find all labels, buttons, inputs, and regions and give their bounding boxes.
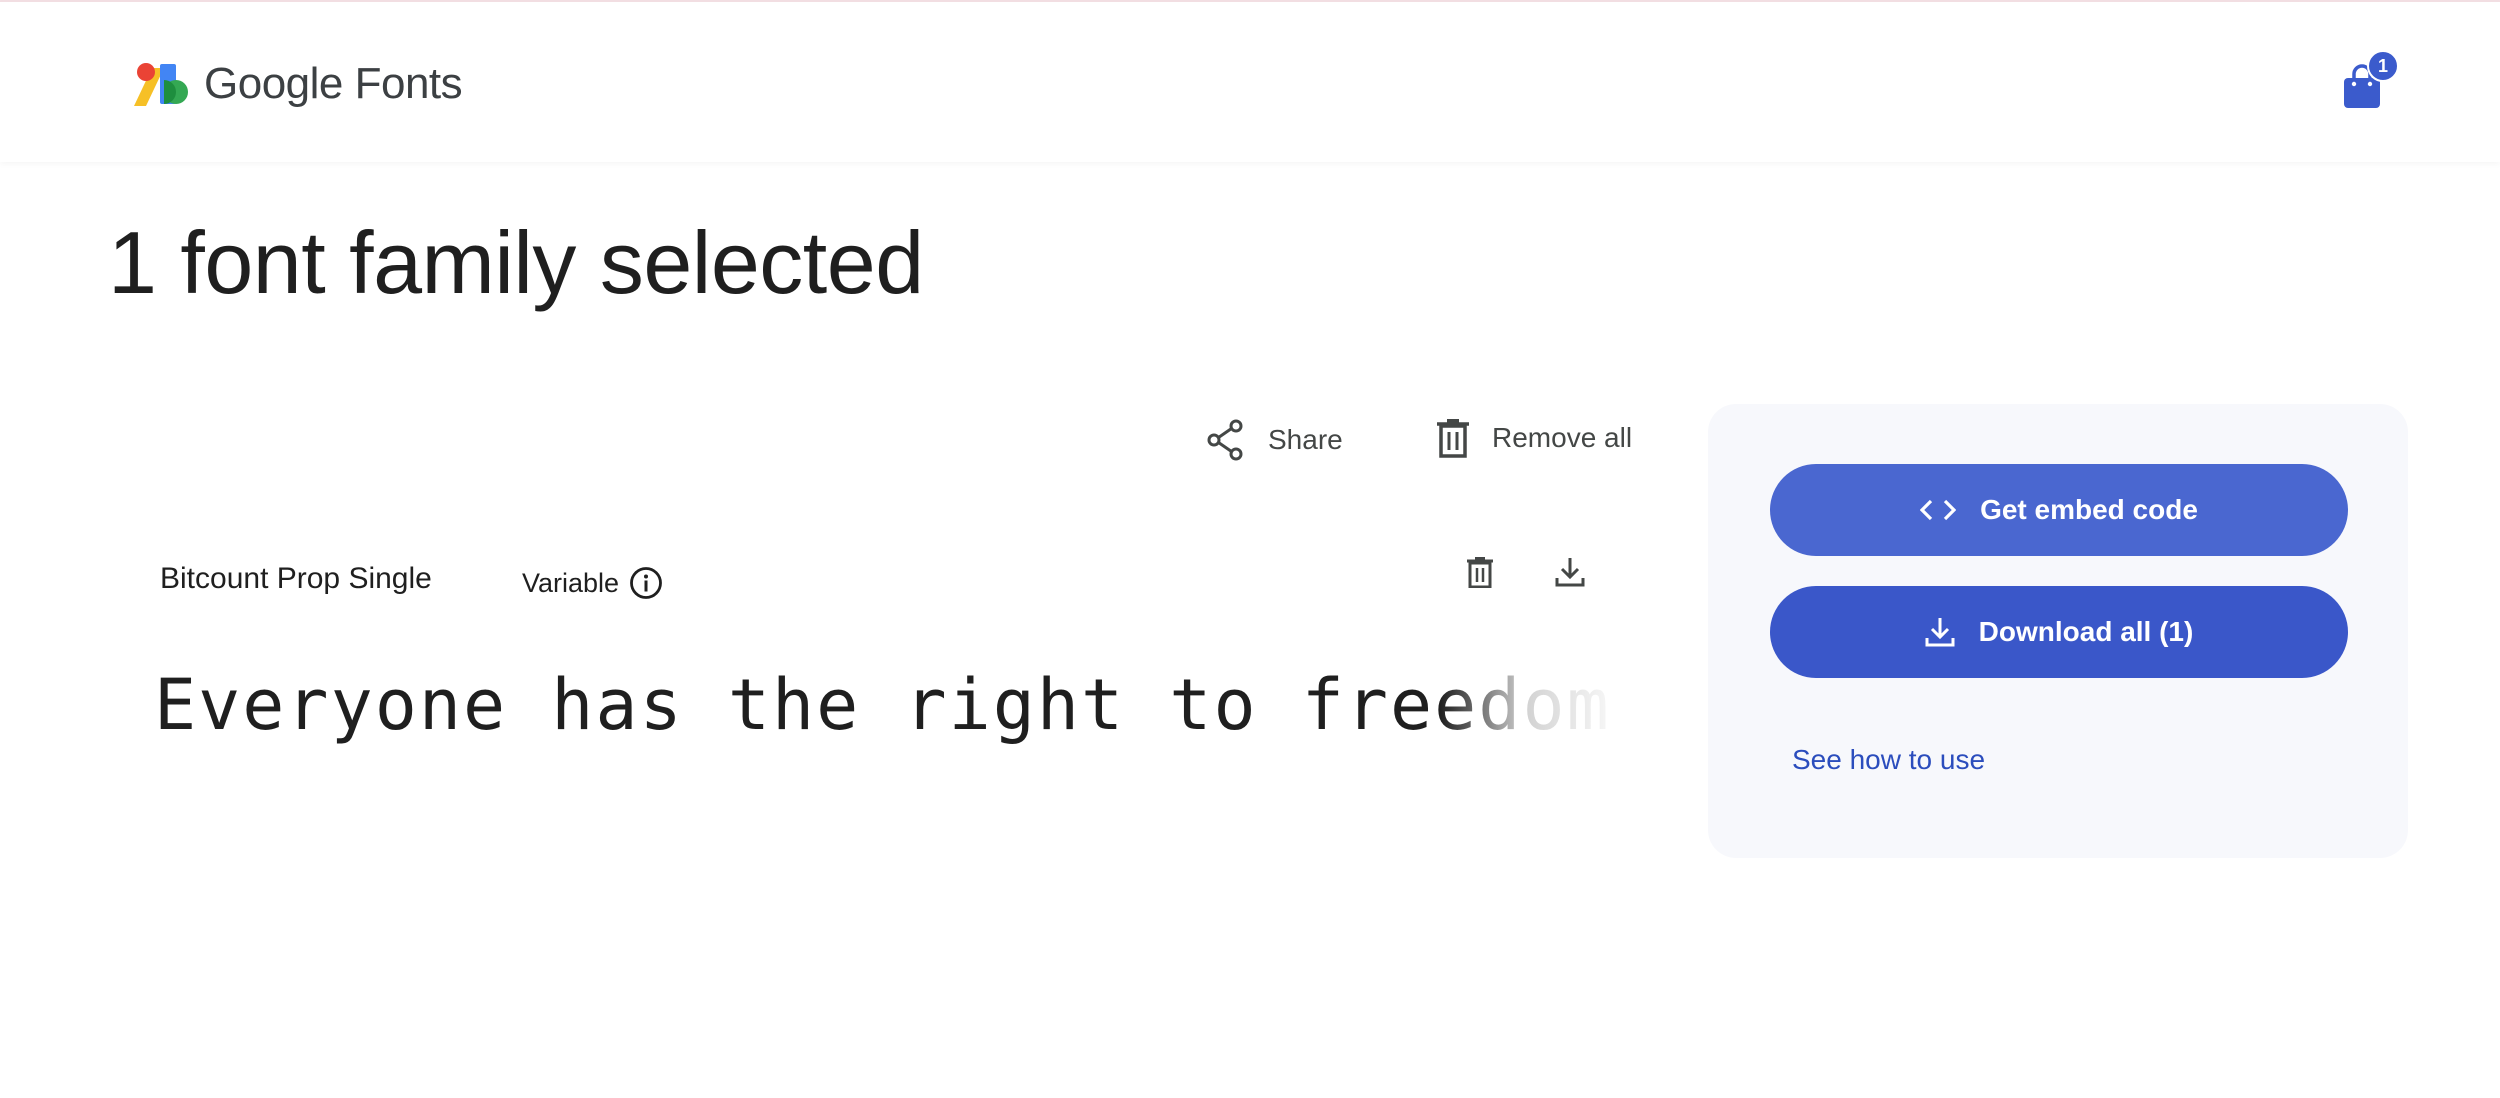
trash-icon [1437, 419, 1469, 458]
remove-all-label: Remove all [1492, 422, 1633, 453]
download-all-button[interactable]: Download all (1) [1770, 586, 2348, 678]
share-label: Share [1268, 424, 1343, 455]
variable-label: Variable [522, 567, 620, 598]
top-header: Google Fonts 1 [0, 2, 2500, 162]
font-family-name[interactable]: Bitcount Prop Single [160, 562, 432, 596]
download-font-button[interactable] [1546, 548, 1594, 596]
preview-fade-overlay [1440, 664, 1630, 754]
variable-badge: Variable [522, 566, 663, 600]
cart-count-badge: 1 [2367, 50, 2399, 82]
font-preview-text[interactable]: Everyone has the right to freedom of t [154, 664, 1620, 754]
remove-all-button[interactable]: Remove all [1436, 418, 1632, 458]
download-icon [1555, 558, 1585, 587]
remove-font-button[interactable] [1456, 548, 1504, 596]
code-icon [1920, 499, 1957, 521]
download-icon [1925, 618, 1955, 647]
download-all-label: Download all (1) [1978, 616, 2194, 647]
google-fonts-logo-icon [134, 63, 188, 106]
google-fonts-logo[interactable]: Google Fonts [134, 58, 463, 110]
page-title: 1 font family selected [108, 213, 924, 312]
get-embed-code-label: Get embed code [1980, 494, 2198, 525]
logo-text: Google Fonts [204, 59, 463, 108]
share-button[interactable]: Share [1206, 418, 1343, 462]
see-how-to-use-link[interactable]: See how to use [1792, 744, 1985, 776]
share-icon [1207, 419, 1243, 461]
trash-icon [1467, 557, 1493, 588]
get-embed-code-button[interactable]: Get embed code [1770, 464, 2348, 556]
info-icon[interactable] [629, 566, 663, 600]
